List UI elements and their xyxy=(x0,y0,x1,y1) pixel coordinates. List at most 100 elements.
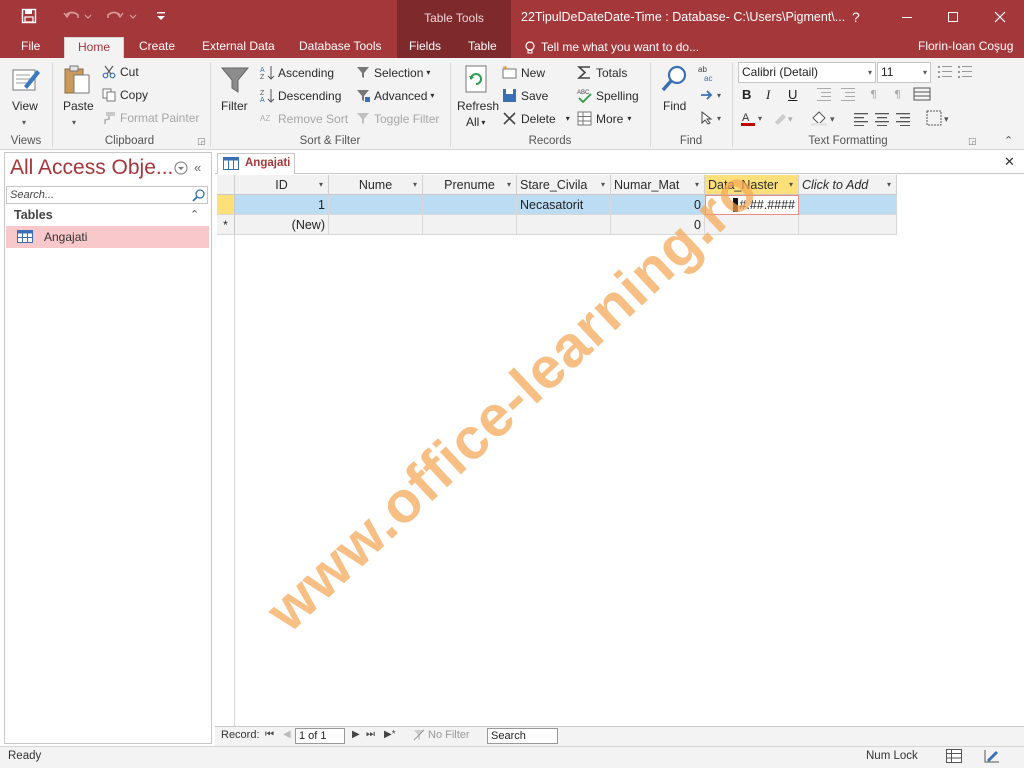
tell-me-box[interactable]: Tell me what you want to do... xyxy=(524,37,699,58)
cell-numar-mat[interactable]: 0 xyxy=(611,215,705,235)
tab-create[interactable]: Create xyxy=(139,37,175,58)
column-filter-arrow[interactable]: ▾ xyxy=(601,180,605,189)
paste-dropdown-arrow[interactable]: ▾ xyxy=(72,118,76,127)
tab-table[interactable]: Table xyxy=(468,37,497,58)
cut-button[interactable]: Cut xyxy=(102,65,139,79)
shutter-bar-collapse-icon[interactable]: « xyxy=(194,160,201,175)
column-filter-arrow[interactable]: ▾ xyxy=(319,180,323,189)
tab-home[interactable]: Home xyxy=(64,37,124,58)
view-icon[interactable] xyxy=(10,64,42,96)
cell-id[interactable]: (New) xyxy=(235,215,329,235)
remove-sort-button[interactable]: AZ Remove Sort xyxy=(260,111,348,126)
underline-button[interactable]: U xyxy=(788,87,797,102)
collapse-ribbon-icon[interactable]: ⌃ xyxy=(1004,134,1013,147)
close-button[interactable] xyxy=(976,0,1024,34)
font-name-dropdown[interactable]: Calibri (Detail) ▾ xyxy=(738,62,876,83)
tab-file[interactable]: File xyxy=(21,37,40,58)
nav-pane-title[interactable]: All Access Obje... xyxy=(10,156,173,180)
nav-search-input[interactable]: Search... xyxy=(6,186,208,204)
column-header-numar-mat[interactable]: Numar_Mat ▾ xyxy=(611,175,705,195)
design-view-icon[interactable] xyxy=(984,749,1000,763)
column-filter-arrow[interactable]: ▾ xyxy=(887,180,891,189)
nav-section-tables[interactable]: Tables xyxy=(14,208,53,222)
totals-button[interactable]: Totals xyxy=(577,65,627,80)
new-record-button[interactable]: New xyxy=(502,65,545,80)
cell-click-to-add[interactable] xyxy=(799,215,897,235)
column-header-stare-civila[interactable]: Stare_Civila ▾ xyxy=(517,175,611,195)
next-record-icon[interactable]: ▶ xyxy=(352,729,360,740)
minimize-button[interactable] xyxy=(884,0,930,34)
find-button[interactable]: Find xyxy=(663,99,686,113)
column-header-click-to-add[interactable]: Click to Add ▾ xyxy=(799,175,897,195)
gridlines-icon[interactable]: ▾ xyxy=(926,110,956,126)
clipboard-launcher-icon[interactable]: ◲ xyxy=(197,136,206,147)
customize-qat-icon[interactable] xyxy=(152,5,170,27)
paste-icon[interactable] xyxy=(62,64,92,96)
cell-data-nastere[interactable]: #.##.#### xyxy=(705,195,799,215)
tab-external-data[interactable]: External Data xyxy=(202,37,275,58)
select-all-corner[interactable] xyxy=(217,175,235,195)
help-button[interactable]: ? xyxy=(852,9,860,25)
descending-button[interactable]: ZA Descending xyxy=(260,88,341,104)
highlight-icon[interactable]: ▾ xyxy=(772,110,802,126)
bold-button[interactable]: B xyxy=(742,87,751,102)
font-color-button[interactable]: A ▾ xyxy=(740,110,762,126)
cell-data-nastere[interactable] xyxy=(705,215,799,235)
new-record-nav-icon[interactable]: ▶* xyxy=(384,729,396,740)
toggle-filter-button[interactable]: Toggle Filter xyxy=(356,111,439,126)
maximize-button[interactable] xyxy=(930,0,976,34)
refresh-icon[interactable] xyxy=(462,64,492,96)
column-filter-arrow[interactable]: ▾ xyxy=(507,180,511,189)
column-filter-arrow[interactable]: ▾ xyxy=(789,180,793,189)
italic-button[interactable]: I xyxy=(766,87,770,103)
cell-numar-mat[interactable]: 0 xyxy=(611,195,705,215)
last-record-icon[interactable]: ⏭ xyxy=(366,729,375,740)
cell-id[interactable]: 1 xyxy=(235,195,329,215)
cell-stare-civila[interactable] xyxy=(517,215,611,235)
fill-color-icon[interactable]: ▾ xyxy=(810,110,840,126)
text-formatting-launcher-icon[interactable]: ◲ xyxy=(968,136,977,147)
prev-record-icon[interactable]: ◀ xyxy=(283,729,291,740)
spelling-button[interactable]: ABC Spelling xyxy=(577,88,639,103)
undo-icon[interactable] xyxy=(60,5,94,27)
align-icons[interactable] xyxy=(853,112,911,126)
filter-icon[interactable] xyxy=(220,64,250,96)
refresh-button[interactable]: Refresh xyxy=(457,99,499,113)
first-record-icon[interactable]: ⏮ xyxy=(265,729,274,740)
paste-button[interactable]: Paste xyxy=(63,99,94,113)
goto-button[interactable]: ▾ xyxy=(700,88,721,102)
format-painter-button[interactable]: Format Painter xyxy=(102,111,199,125)
doc-tab-angajati[interactable]: Angajati xyxy=(217,153,295,174)
redo-icon[interactable] xyxy=(104,5,140,27)
bullets-icon[interactable] xyxy=(937,64,973,80)
new-row-selector[interactable]: * xyxy=(217,215,235,235)
current-record-input[interactable]: 1 of 1 xyxy=(295,728,345,744)
delete-record-button[interactable]: Delete ▾ xyxy=(502,111,570,126)
cell-click-to-add[interactable] xyxy=(799,195,897,215)
column-header-nume[interactable]: Nume ▾ xyxy=(329,175,423,195)
cell-prenume[interactable] xyxy=(423,215,517,235)
close-doc-icon[interactable]: ✕ xyxy=(1004,154,1015,170)
cell-nume[interactable] xyxy=(329,215,423,235)
record-search-input[interactable]: Search xyxy=(487,728,558,744)
nav-menu-dropdown-icon[interactable] xyxy=(174,161,188,175)
paragraph-icons[interactable]: ¶ ¶ xyxy=(870,87,940,101)
datasheet-view-icon[interactable] xyxy=(946,749,962,763)
nav-item-angajati[interactable] xyxy=(6,226,209,248)
copy-button[interactable]: Copy xyxy=(102,88,148,102)
cell-nume[interactable] xyxy=(329,195,423,215)
font-size-dropdown[interactable]: 11 ▾ xyxy=(877,62,931,83)
cell-prenume[interactable] xyxy=(423,195,517,215)
advanced-button[interactable]: Advanced ▾ xyxy=(356,88,434,103)
filter-button[interactable]: Filter xyxy=(221,99,248,113)
more-button[interactable]: More ▾ xyxy=(577,111,631,126)
save-record-button[interactable]: Save xyxy=(502,88,548,103)
section-collapse-icon[interactable]: ⌃ xyxy=(190,208,199,221)
column-filter-arrow[interactable]: ▾ xyxy=(413,180,417,189)
cell-stare-civila[interactable]: Necasatorit xyxy=(517,195,611,215)
row-selector[interactable] xyxy=(217,195,235,215)
no-filter-indicator[interactable]: No Filter xyxy=(413,729,470,741)
find-magnifier-icon[interactable] xyxy=(660,64,690,96)
refresh-all-button[interactable]: All ▾ xyxy=(466,115,485,129)
tab-database-tools[interactable]: Database Tools xyxy=(299,37,382,58)
